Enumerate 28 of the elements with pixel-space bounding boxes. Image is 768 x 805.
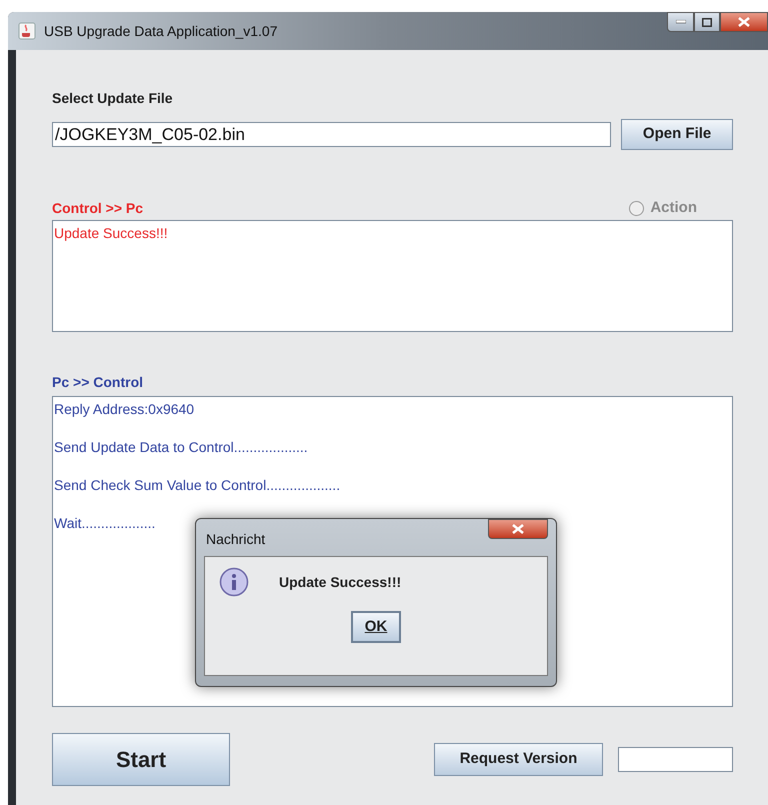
cup-icon (18, 22, 36, 40)
close-button[interactable] (720, 12, 768, 32)
field-label: Select Update File (52, 89, 174, 108)
radio-label: Action (650, 198, 697, 218)
close-icon (738, 17, 750, 27)
close-button[interactable] (488, 519, 548, 539)
open-file-button[interactable]: Open File (621, 119, 733, 150)
section-label: Pc >> Control (52, 373, 144, 392)
maximize-button[interactable] (694, 12, 720, 32)
dialog-title: Nachricht (206, 530, 266, 549)
log-line: Wait................... (54, 514, 156, 533)
log-line: Send Update Data to Control................... (54, 438, 308, 457)
log-line: Send Check Sum Value to Control................... (54, 476, 340, 495)
section-label: Control >> Pc (52, 198, 144, 218)
start-button[interactable]: Start (52, 733, 230, 786)
request-version-button[interactable]: Request Version (434, 743, 603, 776)
file-path-field[interactable]: /JOGKEY3M_C05-02.bin (52, 122, 612, 147)
ok-button[interactable]: OK (351, 611, 401, 643)
minimize-icon (676, 20, 686, 24)
log-line: Update Success!!! (54, 224, 168, 243)
version-field[interactable] (618, 747, 733, 772)
window-title: USB Upgrade Data Application_v1.07 (44, 22, 278, 41)
maximize-icon (702, 18, 712, 26)
minimize-button[interactable] (667, 12, 694, 32)
dialog-message: Update Success!!! (279, 572, 402, 592)
close-icon (512, 524, 524, 534)
info-icon (219, 567, 249, 597)
log-line: Reply Address:0x9640 (54, 400, 194, 419)
